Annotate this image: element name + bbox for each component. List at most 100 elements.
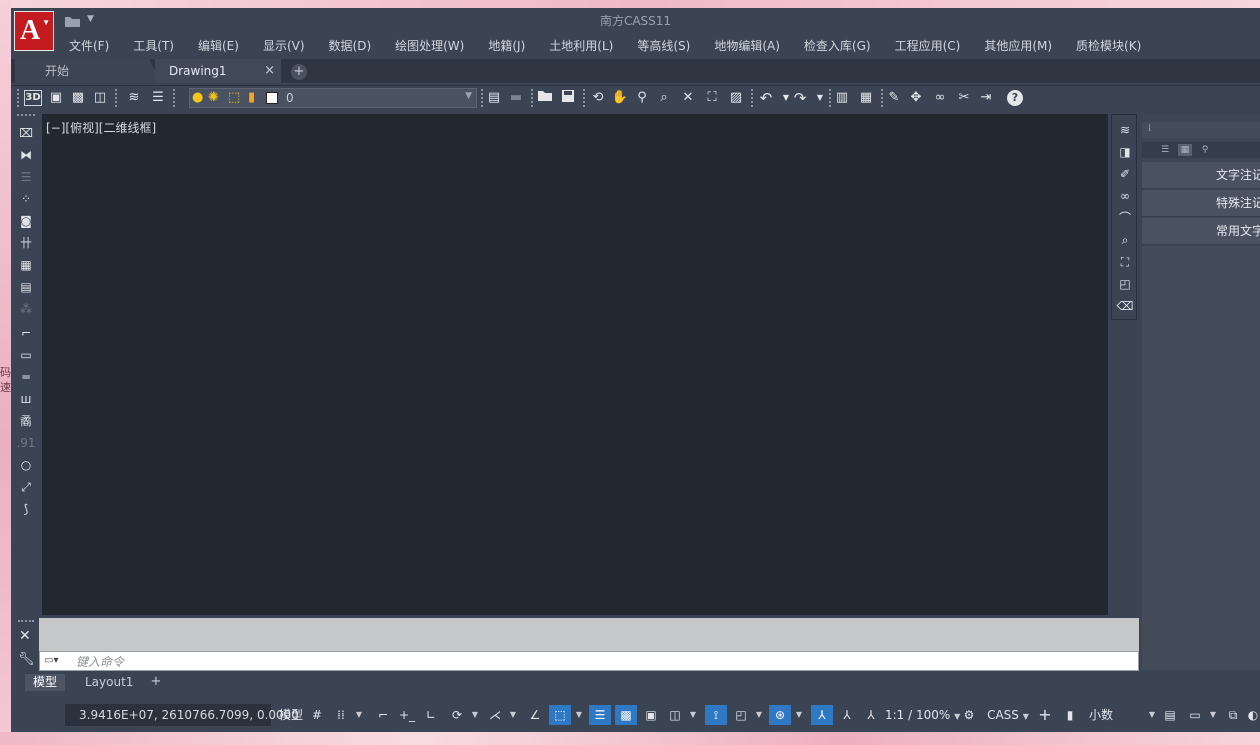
coordinates-readout[interactable]: 3.9416E+07, 2610766.7099, 0.0000 bbox=[65, 704, 299, 726]
zoom-extents-icon[interactable]: ⛶ bbox=[1115, 253, 1135, 271]
annotation-scale-icon[interactable]: ⅄ bbox=[861, 705, 881, 725]
toolbar-grip[interactable] bbox=[173, 89, 177, 107]
stack-icon[interactable]: ☰ bbox=[16, 168, 36, 186]
object-snap-icon[interactable]: ⬚ bbox=[549, 705, 571, 725]
gizmo-icon[interactable]: ⊛ bbox=[769, 705, 791, 725]
trim-icon[interactable]: ✂ bbox=[955, 89, 973, 107]
palette-grip-icon[interactable]: ⁞ bbox=[1148, 123, 1151, 134]
units-icon[interactable]: ▮ bbox=[1061, 705, 1079, 725]
grid-view-icon[interactable]: ▦ bbox=[1178, 144, 1192, 156]
arc-icon[interactable]: ⌒ bbox=[1115, 209, 1135, 227]
chevron-down-icon[interactable]: ▼ bbox=[1207, 705, 1219, 725]
help-icon[interactable]: ? bbox=[1007, 90, 1023, 106]
menu-land-use[interactable]: 土地利用(L) bbox=[549, 36, 613, 56]
layer-stack-icon[interactable]: ≋ bbox=[1115, 121, 1135, 139]
curve-icon[interactable]: ⟆ bbox=[16, 500, 36, 518]
lock-open-icon[interactable]: ▮ bbox=[248, 90, 262, 106]
rectangle-icon[interactable]: ▭ bbox=[16, 346, 36, 364]
menu-feature-edit[interactable]: 地物编辑(A) bbox=[714, 36, 780, 56]
zoom-all-icon[interactable]: ⛶ bbox=[703, 89, 721, 107]
toolbar-grip[interactable] bbox=[17, 89, 21, 107]
copy-circles-icon[interactable]: ∞ bbox=[931, 89, 949, 107]
toolbar-grip[interactable] bbox=[115, 89, 119, 107]
menu-engineering[interactable]: 工程应用(C) bbox=[895, 36, 961, 56]
fence-icon[interactable]: ш bbox=[16, 390, 36, 408]
new-tab-button[interactable]: + bbox=[291, 64, 307, 80]
elevation-icon[interactable]: .91 bbox=[16, 434, 36, 452]
polar-tracking-icon[interactable]: ⟳ bbox=[447, 705, 467, 725]
redo-icon[interactable]: ↷ bbox=[791, 89, 809, 107]
monitor-icon[interactable]: ▭ bbox=[1185, 705, 1205, 725]
toolbar-grip[interactable] bbox=[751, 89, 755, 107]
move-icon[interactable]: ✥ bbox=[907, 89, 925, 107]
tab-start[interactable]: 开始 bbox=[15, 59, 161, 83]
close-icon[interactable]: ✕ bbox=[19, 628, 31, 644]
selection-filter-icon[interactable]: ◰ bbox=[731, 705, 751, 725]
view-cube-icon[interactable]: ▣ bbox=[47, 89, 65, 107]
quick-properties-icon[interactable]: ▤ bbox=[1161, 705, 1179, 725]
layer-properties-icon[interactable]: ≋ bbox=[125, 89, 143, 107]
coord-table-icon[interactable]: ▦ bbox=[16, 256, 36, 274]
hatch-text-icon[interactable]: 矞 bbox=[16, 412, 36, 430]
redo-dropdown-icon[interactable]: ▼ bbox=[811, 89, 829, 107]
draw-pencil-icon[interactable]: ✎ bbox=[885, 89, 903, 107]
sun-icon[interactable]: ✺ bbox=[208, 90, 222, 106]
menu-contour[interactable]: 等高线(S) bbox=[637, 36, 690, 56]
isometric-icon[interactable]: ⋌ bbox=[485, 705, 505, 725]
annotation-visibility-icon[interactable]: ⅄ bbox=[811, 705, 833, 725]
menu-file[interactable]: 文件(F) bbox=[69, 36, 109, 56]
menu-tools[interactable]: 工具(T) bbox=[133, 36, 174, 56]
ortho-icon[interactable]: ∟ bbox=[421, 705, 441, 725]
tab-drawing1[interactable]: Drawing1 × bbox=[155, 59, 281, 83]
add-layout-button[interactable]: + bbox=[149, 675, 163, 689]
zoom-window-icon[interactable]: ⌕ bbox=[655, 89, 673, 107]
location-pin-icon[interactable]: ⚲ bbox=[1198, 144, 1212, 156]
annotation-scale-dropdown[interactable]: 1:1 / 100% ▼ bbox=[885, 705, 960, 725]
bulb-icon[interactable]: ● bbox=[192, 90, 206, 106]
chevron-down-icon[interactable]: ▼ bbox=[507, 705, 519, 725]
selection-cycling-icon[interactable]: ▣ bbox=[641, 705, 661, 725]
isolate-objects-icon[interactable]: ⧉ bbox=[1223, 705, 1243, 725]
plus-icon[interactable]: + bbox=[1035, 705, 1055, 725]
points-icon[interactable]: ⁘ bbox=[16, 190, 36, 208]
layer-states-icon[interactable]: ☰ bbox=[149, 89, 167, 107]
menu-other[interactable]: 其他应用(M) bbox=[984, 36, 1052, 56]
properties-icon[interactable]: ▥ bbox=[833, 89, 851, 107]
menu-cadastre[interactable]: 地籍(J) bbox=[488, 36, 525, 56]
command-input[interactable]: ▭▾ 键入命令 bbox=[39, 651, 1139, 671]
object-snap-tracking-icon[interactable]: ∠ bbox=[525, 705, 545, 725]
dynamic-ucs-icon[interactable]: ⟟ bbox=[705, 705, 727, 725]
block-search-icon[interactable]: ◨ bbox=[1115, 143, 1135, 161]
circle-icon[interactable]: ○ bbox=[16, 456, 36, 474]
code-query-icon[interactable]: ⌧ bbox=[16, 124, 36, 142]
palette-header[interactable]: ⁞ bbox=[1142, 122, 1260, 138]
wrench-icon[interactable]: 🔧︎ bbox=[18, 652, 35, 667]
command-grip[interactable] bbox=[18, 620, 34, 624]
layer-dropdown[interactable]: ● ✺ ⬚ ▮ 0 ▼ bbox=[189, 88, 477, 108]
infer-constraints-icon[interactable]: ⌐ bbox=[373, 705, 393, 725]
zoom-icon[interactable]: ⚲ bbox=[633, 89, 651, 107]
3d-osnap-icon[interactable]: ◫ bbox=[665, 705, 685, 725]
link-circles-icon[interactable]: ∞ bbox=[1115, 187, 1135, 205]
units-dropdown[interactable]: 小数 ▼ bbox=[1083, 705, 1155, 725]
layer-filter-icon[interactable]: ⧓ bbox=[16, 146, 36, 164]
transparency-icon[interactable]: ▩ bbox=[615, 705, 637, 725]
chevron-down-icon[interactable]: ▼ bbox=[753, 705, 765, 725]
palette-item-text-note[interactable]: 文字注记 bbox=[1142, 162, 1260, 189]
disabled-tool-icon[interactable]: ⁂ bbox=[16, 300, 36, 318]
erase-icon[interactable]: ⌫ bbox=[1115, 297, 1135, 315]
chevron-down-icon[interactable]: ▼ bbox=[353, 705, 365, 725]
palette-item-special-note[interactable]: 特殊注记 bbox=[1142, 190, 1260, 217]
pan-hand-icon[interactable]: ✋ bbox=[611, 89, 629, 107]
chevron-down-icon[interactable]: ▼ bbox=[793, 705, 805, 725]
close-icon[interactable]: × bbox=[264, 59, 275, 83]
toolbar-grip[interactable] bbox=[531, 89, 535, 107]
step-line-icon[interactable]: ⌐ bbox=[16, 324, 36, 342]
clean-screen-icon[interactable]: ◐ bbox=[1247, 705, 1259, 725]
menu-data[interactable]: 数据(D) bbox=[329, 36, 372, 56]
open-folder-icon[interactable] bbox=[536, 89, 554, 107]
save-icon[interactable] bbox=[559, 89, 577, 107]
toolbar-grip[interactable] bbox=[17, 114, 35, 118]
drawing-canvas[interactable]: [−][俯视][二维线框] bbox=[42, 114, 1108, 615]
zoom-previous-icon[interactable]: ▨ bbox=[727, 89, 745, 107]
